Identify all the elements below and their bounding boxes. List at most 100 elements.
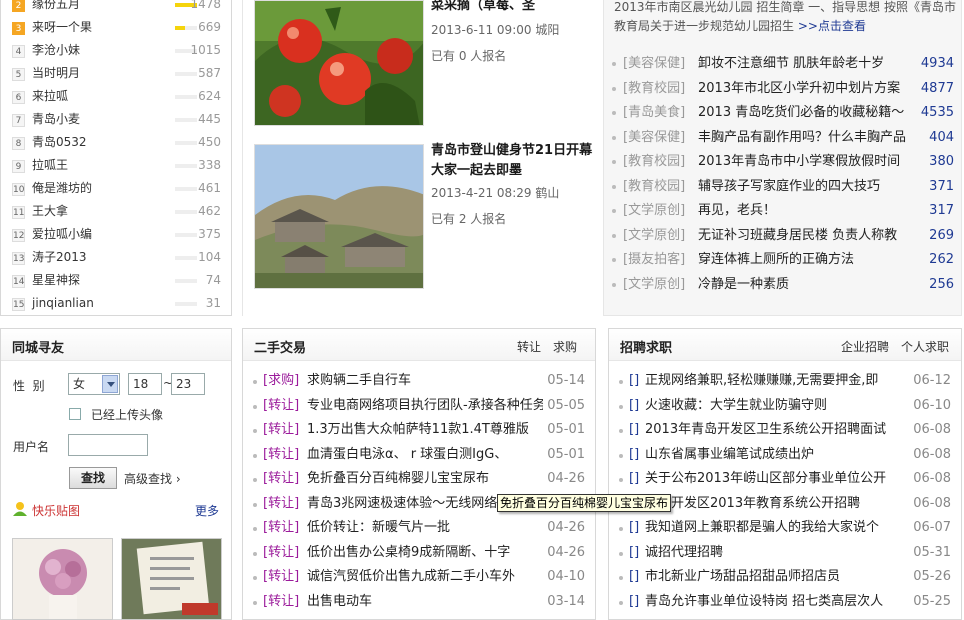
item-tag[interactable]: [] xyxy=(629,541,639,565)
list-item[interactable]: [转让] 低价出售办公桌椅9成新隔断、十字 04-26 xyxy=(253,541,587,565)
news-item[interactable]: [教育校园] 2013年青岛市中小学寒假放假时间 380 xyxy=(612,150,956,174)
ranking-row[interactable]: 2 缘份五月 1478 xyxy=(9,0,223,16)
company-recruit-link[interactable]: 企业招聘 xyxy=(841,338,889,355)
news-category[interactable]: [文学原创] xyxy=(623,224,685,248)
item-tag[interactable]: [转让] xyxy=(263,565,299,589)
item-tag[interactable]: [转让] xyxy=(263,541,299,565)
item-tag[interactable]: [] xyxy=(629,369,639,393)
transfer-link[interactable]: 转让 xyxy=(517,338,541,355)
list-item[interactable]: [转让] 低价转让：新暖气片一批 04-26 xyxy=(253,516,587,540)
list-item[interactable]: [] 火速收藏：大学生就业防骗守则 06-10 xyxy=(619,394,953,418)
stickers-title[interactable]: 快乐贴图 xyxy=(32,502,80,519)
item-title[interactable]: 专业电商网络项目执行团队-承接各种任务 xyxy=(307,394,543,418)
news-category[interactable]: [教育校园] xyxy=(623,150,685,174)
news-category[interactable]: [文学原创] xyxy=(623,273,685,297)
news-title[interactable]: 2013 青岛吃货们必备的收藏秘籍～ xyxy=(698,101,920,125)
rank-name[interactable]: 涛子2013 xyxy=(32,246,87,269)
rank-name[interactable]: 王大拿 xyxy=(32,200,68,223)
rank-name[interactable]: jinqianlian xyxy=(32,292,94,315)
item-tag[interactable]: [] xyxy=(629,590,639,614)
news-item[interactable]: [文学原创] 无证补习班藏身居民楼 负责人称教 269 xyxy=(612,224,956,248)
item-tag[interactable]: [] xyxy=(629,418,639,442)
item-title[interactable]: 2013年青岛开发区卫生系统公开招聘面试 xyxy=(645,418,907,442)
rank-name[interactable]: 星星神探 xyxy=(32,269,80,292)
news-item[interactable]: [文学原创] 再见，老兵！ 317 xyxy=(612,199,956,223)
item-tag[interactable]: [转让] xyxy=(263,492,299,516)
ranking-row[interactable]: 13 涛子2013 104 xyxy=(9,246,223,269)
news-item[interactable]: [摄友拍客] 穿连体裤上厕所的正确方法 262 xyxy=(612,248,956,272)
rank-name[interactable]: 来拉呱 xyxy=(32,85,68,108)
news-category[interactable]: [美容保健] xyxy=(623,52,685,76)
news-item[interactable]: [美容保健] 丰胸产品有副作用吗？什么丰胸产品 404 xyxy=(612,126,956,150)
item-title[interactable]: 关于公布2013年崂山区部分事业单位公开 xyxy=(645,467,907,491)
age-from-input[interactable]: 18 xyxy=(128,373,162,395)
chevron-down-icon[interactable] xyxy=(102,375,118,393)
item-title[interactable]: 山东省属事业编笔试成绩出炉 xyxy=(645,443,907,467)
news-category[interactable]: [文学原创] xyxy=(623,199,685,223)
news-title[interactable]: 穿连体裤上厕所的正确方法 xyxy=(698,248,920,272)
item-title[interactable]: 1.3万出售大众帕萨特11款1.4T尊雅版 xyxy=(307,418,543,442)
item-title[interactable]: 我知道网上兼职都是骗人的我给大家说个 xyxy=(645,516,907,540)
item-title[interactable]: 低价转让：新暖气片一批 xyxy=(307,516,543,540)
ranking-row[interactable]: 6 来拉呱 624 xyxy=(9,85,223,108)
activity-image-mountain[interactable] xyxy=(254,144,424,289)
search-button[interactable]: 查找 xyxy=(69,467,117,489)
news-title[interactable]: 卸妆不注意细节 肌肤年龄老十岁 xyxy=(698,52,920,76)
item-tag[interactable]: [] xyxy=(629,565,639,589)
item-tag[interactable]: [] xyxy=(629,443,639,467)
sticker-photo-bouquet[interactable] xyxy=(12,538,113,620)
item-tag[interactable]: [转让] xyxy=(263,443,299,467)
rank-name[interactable]: 缘份五月 xyxy=(32,0,80,16)
activity-title[interactable]: 青岛市登山健身节21日开幕 大家一起去即墨 xyxy=(431,141,599,181)
item-tag[interactable]: [转让] xyxy=(263,418,299,442)
item-tag[interactable]: [转让] xyxy=(263,590,299,614)
item-title[interactable]: 求购辆二手自行车 xyxy=(307,369,543,393)
item-title[interactable]: 免折叠百分百纯棉婴儿宝宝尿布 xyxy=(307,467,543,491)
item-title[interactable]: 火速收藏：大学生就业防骗守则 xyxy=(645,394,907,418)
list-item[interactable]: [] 我知道网上兼职都是骗人的我给大家说个 06-07 xyxy=(619,516,953,540)
rank-name[interactable]: 俺是潍坊的 xyxy=(32,177,92,200)
personal-job-link[interactable]: 个人求职 xyxy=(901,338,949,355)
ranking-row[interactable]: 3 来呀一个果 669 xyxy=(9,16,223,39)
item-title[interactable]: 出售电动车 xyxy=(307,590,543,614)
news-title[interactable]: 冷静是一种素质 xyxy=(698,273,920,297)
ranking-row[interactable]: 11 王大拿 462 xyxy=(9,200,223,223)
activity-image-tomato[interactable] xyxy=(254,0,424,126)
ranking-row[interactable]: 4 李沧小妹 1015 xyxy=(9,39,223,62)
ranking-row[interactable]: 5 当时明月 587 xyxy=(9,62,223,85)
list-item[interactable]: [转让] 血清蛋白电泳α、 r 球蛋白测IgG、 05-01 xyxy=(253,443,587,467)
item-tag[interactable]: [转让] xyxy=(263,467,299,491)
list-item[interactable]: [] 市北新业广场甜品招甜品师招店员 05-26 xyxy=(619,565,953,589)
rank-name[interactable]: 青岛小麦 xyxy=(32,108,80,131)
news-category[interactable]: [美容保健] xyxy=(623,126,685,150)
item-title[interactable]: 血清蛋白电泳α、 r 球蛋白测IgG、 xyxy=(307,443,543,467)
item-title[interactable]: 低价出售办公桌椅9成新隔断、十字 xyxy=(307,541,543,565)
list-item[interactable]: [] 青岛允许事业单位设特岗 招七类高层次人 05-25 xyxy=(619,590,953,614)
ranking-row[interactable]: 9 拉呱王 338 xyxy=(9,154,223,177)
item-tag[interactable]: [] xyxy=(629,394,639,418)
advanced-search-link[interactable]: 高级查找 › xyxy=(124,470,181,487)
item-title[interactable]: 正规网络兼职,轻松赚赚赚,无需要押金,即 xyxy=(645,369,907,393)
list-item[interactable]: [] 2013年青岛开发区卫生系统公开招聘面试 06-08 xyxy=(619,418,953,442)
ranking-row[interactable]: 15 jinqianlian 31 xyxy=(9,292,223,315)
news-item[interactable]: [教育校园] 辅导孩子写家庭作业的四大技巧 371 xyxy=(612,175,956,199)
ranking-row[interactable]: 12 爱拉呱小编 375 xyxy=(9,223,223,246)
gender-select[interactable]: 女 xyxy=(68,373,120,395)
list-item[interactable]: [] 诚招代理招聘 05-31 xyxy=(619,541,953,565)
list-item[interactable]: [转让] 诚信汽贸低价出售九成新二手小车外 04-10 xyxy=(253,565,587,589)
rank-name[interactable]: 拉呱王 xyxy=(32,154,68,177)
item-tag[interactable]: [] xyxy=(629,516,639,540)
news-title[interactable]: 丰胸产品有副作用吗？什么丰胸产品 xyxy=(698,126,920,150)
item-title[interactable]: 诚招代理招聘 xyxy=(645,541,907,565)
item-tag[interactable]: [求购] xyxy=(263,369,299,393)
news-title[interactable]: 2013年青岛市中小学寒假放假时间 xyxy=(698,150,920,174)
news-item[interactable]: [教育校园] 2013年市北区小学升初中划片方案 4877 xyxy=(612,77,956,101)
item-tag[interactable]: [转让] xyxy=(263,516,299,540)
list-item[interactable]: [转让] 1.3万出售大众帕萨特11款1.4T尊雅版 05-01 xyxy=(253,418,587,442)
stickers-more-link[interactable]: 更多 xyxy=(195,502,219,519)
age-to-input[interactable]: 23 xyxy=(171,373,205,395)
buy-link[interactable]: 求购 xyxy=(553,338,577,355)
rank-name[interactable]: 当时明月 xyxy=(32,62,80,85)
read-more-link[interactable]: >>点击查看 xyxy=(798,19,866,33)
item-tag[interactable]: [转让] xyxy=(263,394,299,418)
